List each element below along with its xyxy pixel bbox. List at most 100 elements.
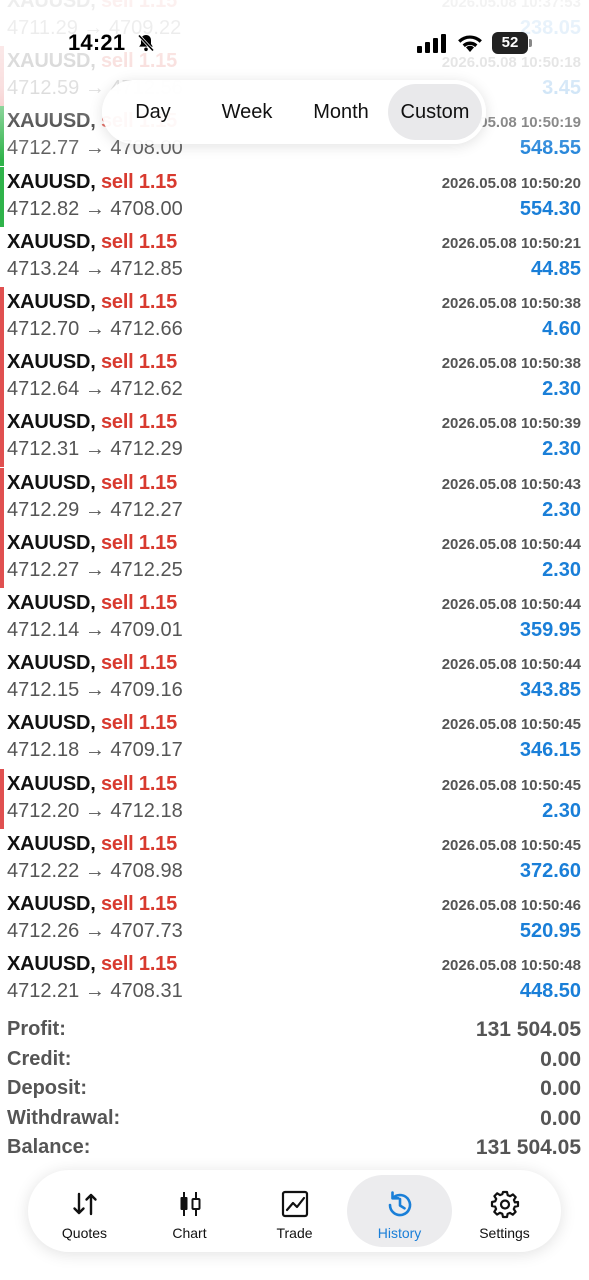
trade-time: 2026.05.08 10:50:44 — [441, 656, 581, 674]
period-tab-month[interactable]: Month — [294, 84, 388, 140]
open-price: 4712.82 — [7, 197, 80, 220]
close-price: 4712.62 — [110, 378, 183, 401]
period-tab-day[interactable]: Day — [106, 84, 200, 140]
close-price: 4709.17 — [110, 739, 183, 762]
trade-profit: 2.30 — [542, 498, 581, 521]
status-time: 14:21 — [68, 30, 126, 55]
trade-title: XAUUSD, sell 1.15 — [7, 953, 177, 976]
trade-title: XAUUSD, sell 1.15 — [7, 291, 177, 314]
open-price: 4712.14 — [7, 619, 80, 641]
tab-label: Quotes — [61, 1225, 108, 1241]
trade-marker — [0, 768, 4, 829]
trade-symbol: XAUUSD, — [7, 592, 96, 614]
trade-row[interactable]: XAUUSD, sell 1.15 2026.05.08 10:50:44 4712… — [0, 527, 589, 588]
trade-time: 2026.05.08 10:50:44 — [441, 596, 581, 613]
tab-settings[interactable]: Settings — [452, 1175, 557, 1247]
trade-profit: 359.95 — [519, 619, 581, 641]
trade-row[interactable]: XAUUSD, sell 1.15 2026.05.08 10:50:39 4712… — [0, 407, 589, 468]
arrow-right-icon: → — [79, 137, 111, 160]
trade-time: 2026.05.08 10:50:20 — [441, 174, 581, 192]
trade-row[interactable]: XAUUSD, sell 1.15 2026.05.08 10:50:38 4712… — [0, 287, 589, 347]
trade-row[interactable]: XAUUSD, sell 1.15 2026.05.08 10:50:21 4713… — [0, 227, 589, 287]
quotes-icon — [72, 1192, 97, 1216]
open-price: 4712.22 — [7, 859, 80, 882]
tab-chart[interactable]: Chart — [137, 1175, 242, 1247]
trade-marker — [0, 467, 4, 528]
trade-side: sell 1.15 — [100, 592, 178, 614]
open-price: 4712.29 — [7, 498, 80, 521]
trade-title: XAUUSD, sell 1.15 — [7, 411, 177, 434]
trade-title: XAUUSD, sell 1.15 — [7, 532, 177, 555]
trade-title: XAUUSD, sell 1.15 — [7, 893, 177, 916]
trade-row[interactable]: XAUUSD, sell 1.15 2026.05.08 10:50:44 4712… — [0, 648, 589, 708]
trade-row[interactable]: XAUUSD, sell 1.15 2026.05.08 10:50:43 4712… — [0, 467, 589, 528]
trade-side: sell 1.15 — [100, 652, 178, 675]
close-price: 4709.16 — [110, 679, 183, 702]
trade-row[interactable]: XAUUSD, sell 1.15 2026.05.08 10:50:20 4712… — [0, 166, 589, 227]
battery-icon: 52 — [492, 32, 532, 54]
trade-title: XAUUSD, sell 1.15 — [7, 652, 177, 675]
trade-row[interactable]: XAUUSD, sell 1.15 2026.05.08 10:50:38 4712… — [0, 347, 589, 408]
trade-marker — [0, 347, 4, 408]
bottom-tab-bar: Quotes Chart Trade History Settings — [28, 1170, 561, 1252]
trade-side: sell 1.15 — [100, 832, 178, 855]
trade-profit: 343.85 — [519, 679, 581, 702]
trade-title: XAUUSD, sell 1.15 — [7, 592, 177, 615]
trade-time: 2026.05.08 10:50:45 — [441, 836, 581, 854]
summary-label: Withdrawal: — [7, 1106, 121, 1129]
arrow-right-icon: → — [79, 498, 111, 521]
trade-time: 2026.05.08 10:50:44 — [441, 535, 581, 553]
trade-time: 2026.05.08 10:50:46 — [441, 897, 581, 914]
tab-trade[interactable]: Trade — [242, 1175, 347, 1247]
trade-marker — [0, 527, 4, 588]
trade-side: sell 1.15 — [100, 953, 178, 976]
trade-prices: 4712.29 → 4712.27 — [7, 499, 183, 522]
trade-profit: 2.30 — [542, 438, 581, 461]
trade-title: XAUUSD, sell 1.15 — [7, 833, 177, 856]
summary-label: Deposit: — [7, 1077, 87, 1100]
history-icon — [388, 1191, 411, 1217]
trade-title: XAUUSD, sell 1.15 — [7, 351, 177, 374]
summary-row-deposit: Deposit: 0.00 — [0, 1075, 589, 1105]
cellular-signal-icon — [417, 34, 446, 53]
bell-muted-icon — [137, 34, 155, 52]
arrow-right-icon: → — [79, 619, 111, 641]
trade-prices: 4712.20 → 4712.18 — [7, 800, 183, 823]
close-price: 4712.18 — [110, 799, 183, 822]
close-price: 4712.85 — [110, 257, 183, 280]
tab-quotes[interactable]: Quotes — [32, 1175, 137, 1247]
arrow-right-icon: → — [79, 197, 111, 220]
trade-side: sell 1.15 — [100, 772, 178, 795]
summary-value: 131 504.05 — [475, 1018, 581, 1041]
open-price: 4712.70 — [7, 318, 80, 340]
trade-profit: 520.95 — [519, 920, 581, 942]
trade-prices: 4712.82 → 4708.00 — [7, 198, 183, 221]
trade-side: sell 1.15 — [100, 893, 178, 915]
trade-row[interactable]: XAUUSD, sell 1.15 2026.05.08 10:50:48 4712… — [0, 949, 589, 1009]
trade-side: sell 1.15 — [100, 531, 178, 554]
trade-row[interactable]: XAUUSD, sell 1.15 2026.05.08 10:50:44 4712… — [0, 588, 589, 648]
trade-row[interactable]: XAUUSD, sell 1.15 2026.05.08 10:50:45 4712… — [0, 829, 589, 889]
status-bar: 14:21 52 — [0, 0, 589, 80]
summary-label: Balance: — [7, 1136, 91, 1159]
arrow-right-icon: → — [79, 257, 111, 280]
trade-row[interactable]: XAUUSD, sell 1.15 2026.05.08 10:50:45 4712… — [0, 708, 589, 768]
tab-label: Chart — [172, 1225, 207, 1241]
summary-value: 131 504.05 — [475, 1136, 581, 1160]
trade-profit: 2.30 — [542, 378, 581, 401]
trade-row[interactable]: XAUUSD, sell 1.15 2026.05.08 10:50:46 4712… — [0, 889, 589, 949]
period-tab-custom[interactable]: Custom — [388, 84, 482, 140]
open-price: 4712.27 — [7, 558, 80, 581]
trade-row[interactable]: XAUUSD, sell 1.15 2026.05.08 10:50:45 4712… — [0, 768, 589, 829]
trade-profit: 548.55 — [519, 137, 581, 160]
trade-title: XAUUSD, sell 1.15 — [7, 773, 177, 796]
tab-history[interactable]: History — [347, 1175, 452, 1247]
trade-time: 2026.05.08 10:50:21 — [441, 234, 581, 252]
arrow-right-icon: → — [79, 739, 111, 762]
trade-symbol: XAUUSD, — [7, 230, 96, 253]
open-price: 4713.24 — [7, 257, 80, 280]
trade-prices: 4712.26 → 4707.73 — [7, 920, 183, 943]
arrow-right-icon: → — [79, 558, 111, 581]
summary-row-balance: Balance: 131 504.05 — [0, 1134, 589, 1164]
period-tab-week[interactable]: Week — [200, 84, 294, 140]
